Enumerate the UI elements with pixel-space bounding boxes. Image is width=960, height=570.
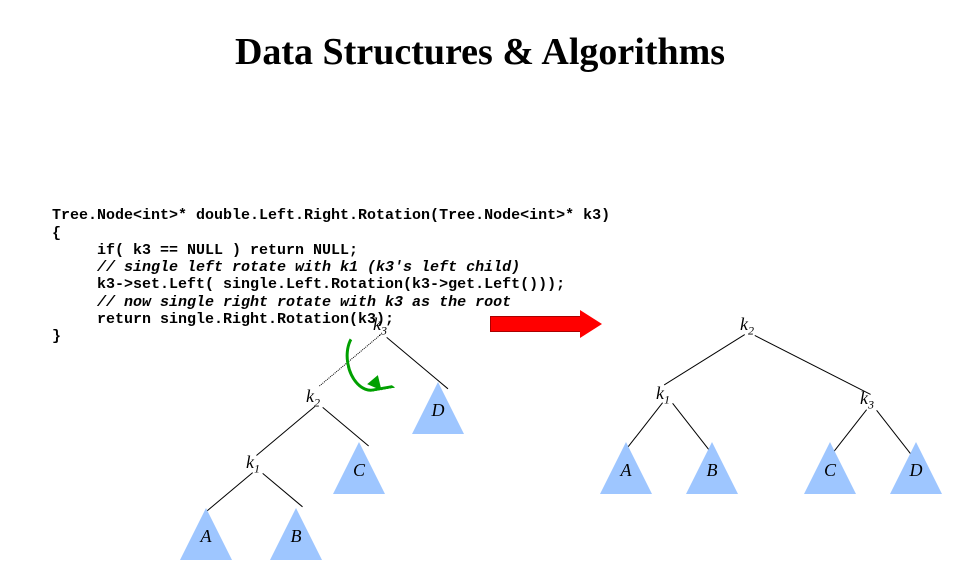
- left-tree-k2: k2: [306, 386, 320, 411]
- code-line: k3->set.Left( single.Left.Rotation(k3->g…: [52, 276, 565, 293]
- code-comment: // now single right rotate with k3 as th…: [52, 294, 511, 311]
- right-tree-label-a: A: [600, 460, 652, 481]
- code-line: {: [52, 225, 61, 242]
- left-tree-k1: k1: [246, 452, 260, 477]
- transform-arrowhead-icon: [580, 310, 602, 338]
- transform-arrow-icon: [490, 316, 582, 332]
- left-tree-label-c: C: [333, 460, 385, 481]
- right-tree-k1: k1: [656, 383, 670, 408]
- right-tree-label-c: C: [804, 460, 856, 481]
- left-tree-label-d: D: [412, 400, 464, 421]
- right-tree-k3: k3: [860, 388, 874, 413]
- code-line: Tree.Node<int>* double.Left.Right.Rotati…: [52, 207, 610, 224]
- code-comment: // single left rotate with k1 (k3's left…: [52, 259, 520, 276]
- right-tree-k2: k2: [740, 314, 754, 339]
- code-line: }: [52, 328, 61, 345]
- right-tree-label-b: B: [686, 460, 738, 481]
- left-tree-label-a: A: [180, 526, 232, 547]
- right-tree-label-d: D: [890, 460, 942, 481]
- code-line: if( k3 == NULL ) return NULL;: [52, 242, 358, 259]
- code-line: return single.Right.Rotation(k3);: [52, 311, 394, 328]
- page-title: Data Structures & Algorithms: [0, 30, 960, 74]
- left-tree-label-b: B: [270, 526, 322, 547]
